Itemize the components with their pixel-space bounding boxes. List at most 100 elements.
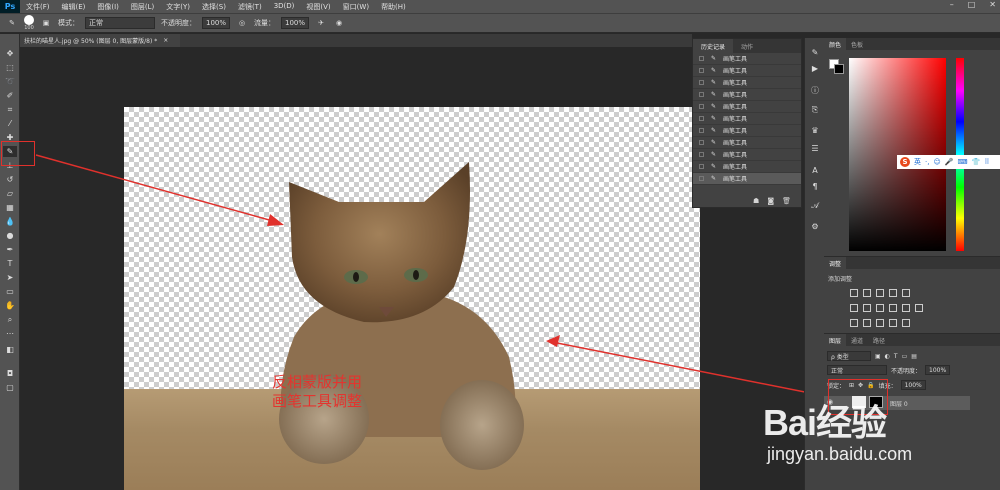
ime-grid-icon[interactable]: ⠿	[984, 158, 989, 166]
history-source-box[interactable]	[699, 176, 704, 181]
filter-adjust-icon[interactable]: ◐	[885, 353, 890, 360]
brightness-icon[interactable]	[850, 289, 858, 297]
filter-pixel-icon[interactable]: ▣	[875, 353, 881, 360]
black-white-icon[interactable]	[876, 304, 884, 312]
history-source-box[interactable]	[699, 80, 704, 85]
color-panel-tabs: 颜色 色板	[824, 38, 1000, 50]
hue-saturation-icon[interactable]	[850, 304, 858, 312]
history-item[interactable]: ✎ 画笔工具	[693, 125, 801, 137]
levels-icon[interactable]	[863, 289, 871, 297]
curves-icon[interactable]	[876, 289, 884, 297]
tab-swatches[interactable]: 色板	[846, 38, 868, 50]
brush-icon: ✎	[711, 175, 717, 182]
channel-mixer-icon[interactable]	[902, 304, 910, 312]
history-item[interactable]: ✎ 画笔工具	[693, 65, 801, 77]
add-adjustment-label: 添加调整	[828, 276, 853, 283]
invert-icon[interactable]	[850, 319, 858, 327]
character-icon[interactable]: A	[809, 164, 821, 176]
tab-color[interactable]: 颜色	[824, 38, 847, 50]
history-item[interactable]: ✎ 画笔工具	[693, 113, 801, 125]
gradient-map-icon[interactable]	[889, 319, 897, 327]
photo-filter-icon[interactable]	[889, 304, 897, 312]
history-item-label: 画笔工具	[723, 92, 748, 99]
history-source-box[interactable]	[699, 140, 704, 145]
snapshot-icon[interactable]: ◙	[767, 197, 774, 205]
selective-color-icon[interactable]	[902, 319, 910, 327]
filter-smart-icon[interactable]: ▤	[911, 353, 917, 360]
history-item[interactable]: ✎ 画笔工具	[693, 77, 801, 89]
fill-field[interactable]: 100%	[900, 380, 926, 390]
history-item-label: 画笔工具	[723, 56, 748, 63]
glyphs-icon[interactable]: 𝒜	[809, 200, 821, 212]
info-icon[interactable]: ⓘ	[809, 84, 821, 96]
history-source-box[interactable]	[699, 92, 704, 97]
layer-filter-row: ρ 类型 ▣ ◐ T ▭ ▤	[827, 350, 917, 362]
brush-icon: ✎	[711, 151, 717, 158]
ime-keyboard-icon[interactable]: ⌨	[957, 158, 967, 166]
history-item[interactable]: ✎ 画笔工具	[693, 101, 801, 113]
tab-paths[interactable]: 路径	[868, 334, 890, 346]
history-item[interactable]: ✎ 画笔工具	[693, 149, 801, 161]
history-item[interactable]: ✎ 画笔工具	[693, 161, 801, 173]
ime-mic-icon[interactable]: 🎤	[945, 158, 954, 166]
clone-source-icon[interactable]: ⎘	[809, 104, 821, 116]
history-source-box[interactable]	[699, 164, 704, 169]
adjustments-tabs: 调整	[824, 257, 1000, 269]
adjustments-panel: 调整 添加调整	[824, 256, 1000, 336]
color-balance-icon[interactable]	[863, 304, 871, 312]
history-panel: 历史记录 动作 ✎ 画笔工具 ✎ 画笔工具 ✎ 画笔工具 ✎ 画笔工具 ✎ 画笔工具 ✎ 画笔工具 ✎ 画…	[692, 38, 802, 208]
layer-opacity-field[interactable]: 100%	[925, 365, 951, 375]
threshold-icon[interactable]	[876, 319, 884, 327]
brush-icon: ✎	[711, 91, 717, 98]
filter-shape-icon[interactable]: ▭	[902, 353, 908, 360]
brush-settings-icon[interactable]: ✎	[809, 46, 821, 58]
blend-mode-select[interactable]: 正常	[827, 365, 887, 375]
adjustment-row-3	[850, 319, 910, 327]
history-source-box[interactable]	[699, 68, 704, 73]
history-source-box[interactable]	[699, 104, 704, 109]
tab-layers[interactable]: 图层	[824, 334, 847, 346]
tab-channels[interactable]: 通道	[846, 334, 868, 346]
history-footer: ☗ ◙ 🗑	[693, 195, 801, 207]
vibrance-icon[interactable]	[902, 289, 910, 297]
history-source-box[interactable]	[699, 116, 704, 121]
play-icon[interactable]: ▶	[809, 62, 821, 74]
background-color-swatch[interactable]	[834, 64, 844, 74]
layers-tabs: 图层 通道 路径	[824, 334, 1000, 346]
layer-filter-select[interactable]: ρ 类型	[827, 351, 871, 361]
sogou-logo-icon[interactable]: S	[900, 157, 910, 167]
tab-history[interactable]: 历史记录	[693, 39, 734, 53]
new-document-from-state-icon[interactable]: ☗	[753, 197, 759, 205]
color-lookup-icon[interactable]	[915, 304, 923, 312]
blend-mode-value: 正常	[831, 367, 844, 375]
tab-adjustments[interactable]: 调整	[824, 257, 847, 269]
trash-icon[interactable]: 🗑	[782, 197, 791, 205]
timeline-icon[interactable]: ⚙	[809, 220, 821, 232]
filter-type-icon[interactable]: T	[894, 353, 898, 360]
history-item[interactable]: ✎ 画笔工具	[693, 137, 801, 149]
properties-icon[interactable]: ☰	[809, 142, 821, 154]
layer-filter-label: ρ 类型	[831, 353, 849, 361]
history-item[interactable]: ✎ 画笔工具	[693, 89, 801, 101]
styles-icon[interactable]: ♛	[809, 124, 821, 136]
history-source-box[interactable]	[699, 56, 704, 61]
history-tabs: 历史记录 动作	[693, 39, 801, 53]
history-item-label: 画笔工具	[723, 152, 748, 159]
ime-punctuation-icon[interactable]: ·,	[925, 158, 929, 166]
ime-emoji-icon[interactable]: ☺	[933, 158, 940, 166]
arrow-head-1	[267, 214, 284, 226]
exposure-icon[interactable]	[889, 289, 897, 297]
history-source-box[interactable]	[699, 128, 704, 133]
ime-skin-icon[interactable]: 👕	[972, 158, 981, 166]
history-item[interactable]: ✎ 画笔工具	[693, 53, 801, 65]
history-source-box[interactable]	[699, 152, 704, 157]
history-item-label: 画笔工具	[723, 128, 748, 135]
posterize-icon[interactable]	[863, 319, 871, 327]
ime-language[interactable]: 英	[914, 157, 921, 167]
tab-actions[interactable]: 动作	[733, 39, 761, 53]
paragraph-icon[interactable]: ¶	[809, 180, 821, 192]
brush-icon: ✎	[711, 67, 717, 74]
blend-row: 正常 不透明度： 100%	[827, 364, 951, 376]
history-item-label: 画笔工具	[723, 80, 748, 87]
history-item[interactable]: ✎ 画笔工具	[693, 173, 801, 185]
